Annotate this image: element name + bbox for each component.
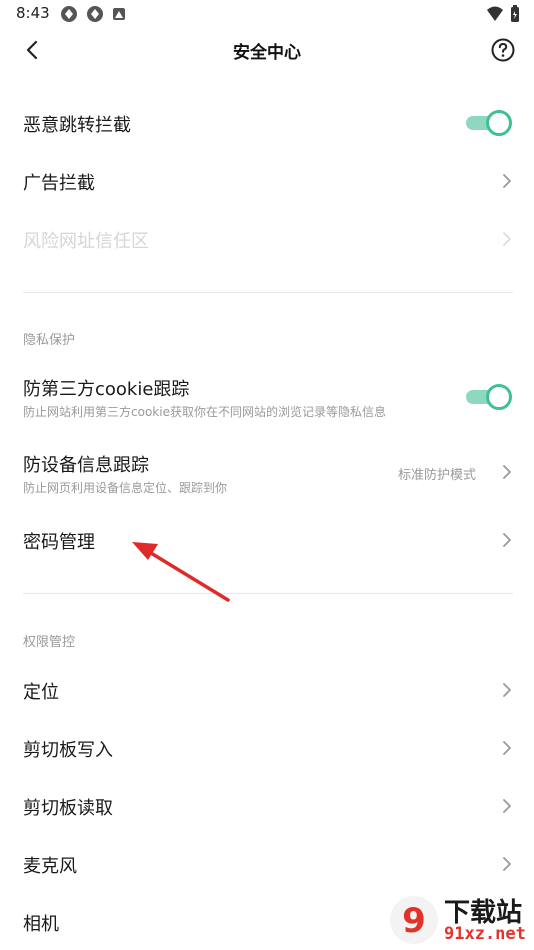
- divider: [23, 593, 513, 594]
- wifi-icon: [487, 6, 503, 21]
- section-title-privacy: 隐私保护: [23, 333, 76, 348]
- password-row[interactable]: 密码管理: [0, 516, 534, 562]
- risk-trust-row[interactable]: 风险网址信任区: [0, 216, 534, 262]
- help-icon[interactable]: [490, 37, 516, 63]
- chevron-right-icon: [503, 799, 511, 813]
- toggle-knob: [486, 110, 512, 136]
- toggle-knob: [486, 384, 512, 410]
- risk-trust-label: 风险网址信任区: [23, 231, 149, 252]
- ad-block-row[interactable]: 广告拦截: [0, 158, 534, 204]
- watermark-logo: 9: [390, 896, 438, 944]
- chevron-right-icon: [503, 465, 511, 479]
- chevron-right-icon: [503, 683, 511, 697]
- password-label: 密码管理: [23, 532, 95, 553]
- watermark: 9 下载站 91xz.net: [374, 890, 534, 950]
- chevron-right-icon: [503, 741, 511, 755]
- clipboard-write-label: 剪切板写入: [23, 740, 113, 761]
- malicious-redirect-label: 恶意跳转拦截: [23, 115, 131, 136]
- clipboard-read-label: 剪切板读取: [23, 798, 113, 819]
- system-icons: [486, 5, 520, 23]
- location-row[interactable]: 定位: [0, 666, 534, 712]
- third-party-cookie-label: 防第三方cookie跟踪: [23, 379, 190, 400]
- section-title-permissions: 权限管控: [23, 635, 76, 650]
- divider: [23, 292, 513, 293]
- watermark-domain: 91xz.net: [444, 924, 526, 944]
- battery-icon: [511, 5, 519, 22]
- app-notification-icon: [61, 6, 77, 22]
- location-label: 定位: [23, 682, 59, 703]
- chevron-right-icon: [503, 174, 511, 188]
- camera-label: 相机: [23, 914, 59, 935]
- notification-icons: [60, 5, 126, 23]
- svg-text:9: 9: [402, 901, 426, 941]
- malicious-redirect-row[interactable]: 恶意跳转拦截: [0, 100, 534, 146]
- device-tracking-label: 防设备信息跟踪: [23, 455, 149, 476]
- status-bar: 8:43: [0, 0, 534, 30]
- third-party-cookie-toggle[interactable]: [466, 384, 512, 410]
- title-bar: 安全中心: [0, 30, 534, 70]
- device-tracking-desc: 防止网页利用设备信息定位、跟踪到你: [23, 481, 228, 495]
- third-party-cookie-row[interactable]: 防第三方cookie跟踪 防止网站利用第三方cookie获取你在不同网站的浏览记…: [0, 370, 534, 426]
- status-time: 8:43: [16, 4, 50, 22]
- device-tracking-value: 标准防护模式: [397, 468, 476, 483]
- third-party-cookie-desc: 防止网站利用第三方cookie获取你在不同网站的浏览记录等隐私信息: [23, 405, 386, 419]
- ad-block-label: 广告拦截: [23, 173, 95, 194]
- annotation-arrow: [132, 542, 230, 602]
- page-title: 安全中心: [233, 43, 301, 63]
- chevron-right-icon: [503, 533, 511, 547]
- image-notification-icon: [113, 8, 125, 20]
- chevron-right-icon: [503, 232, 511, 246]
- clipboard-write-row[interactable]: 剪切板写入: [0, 724, 534, 770]
- microphone-label: 麦克风: [23, 856, 77, 877]
- device-tracking-row[interactable]: 防设备信息跟踪 防止网页利用设备信息定位、跟踪到你 标准防护模式: [0, 446, 534, 502]
- app-notification-icon: [87, 6, 103, 22]
- chevron-right-icon: [503, 857, 511, 871]
- clipboard-read-row[interactable]: 剪切板读取: [0, 782, 534, 828]
- microphone-row[interactable]: 麦克风: [0, 840, 534, 886]
- malicious-redirect-toggle[interactable]: [466, 110, 512, 136]
